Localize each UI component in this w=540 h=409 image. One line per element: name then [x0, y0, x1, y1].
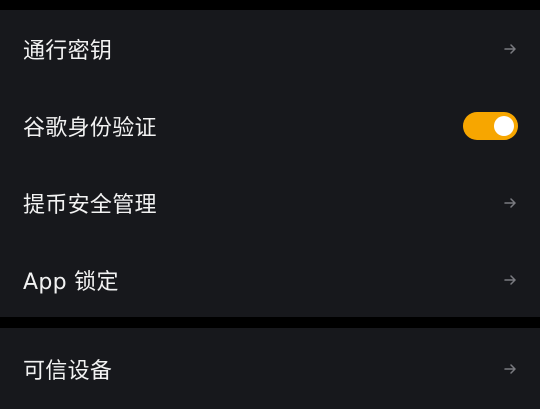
passkey-row[interactable]: 通行密钥 [0, 10, 540, 87]
security-settings-group: 通行密钥 谷歌身份验证 提币安全管理 App 锁定 [0, 10, 540, 317]
arrow-right-icon [503, 42, 517, 56]
withdrawal-security-row[interactable]: 提币安全管理 [0, 164, 540, 241]
app-lock-label: App 锁定 [23, 269, 119, 295]
security-settings-screen: 通行密钥 谷歌身份验证 提币安全管理 App 锁定 可信设备 [0, 0, 540, 409]
arrow-right-icon [503, 273, 517, 287]
google-authenticator-toggle[interactable] [463, 111, 518, 140]
device-settings-group: 可信设备 [0, 328, 540, 409]
google-authenticator-label: 谷歌身份验证 [23, 115, 157, 141]
trusted-devices-label: 可信设备 [23, 358, 113, 384]
trusted-devices-row[interactable]: 可信设备 [0, 328, 540, 409]
google-authenticator-row: 谷歌身份验证 [0, 87, 540, 164]
withdrawal-security-label: 提币安全管理 [23, 192, 157, 218]
passkey-label: 通行密钥 [23, 38, 113, 64]
arrow-right-icon [503, 196, 517, 210]
toggle-knob [494, 115, 514, 136]
app-lock-row[interactable]: App 锁定 [0, 241, 540, 318]
arrow-right-icon [503, 362, 517, 376]
